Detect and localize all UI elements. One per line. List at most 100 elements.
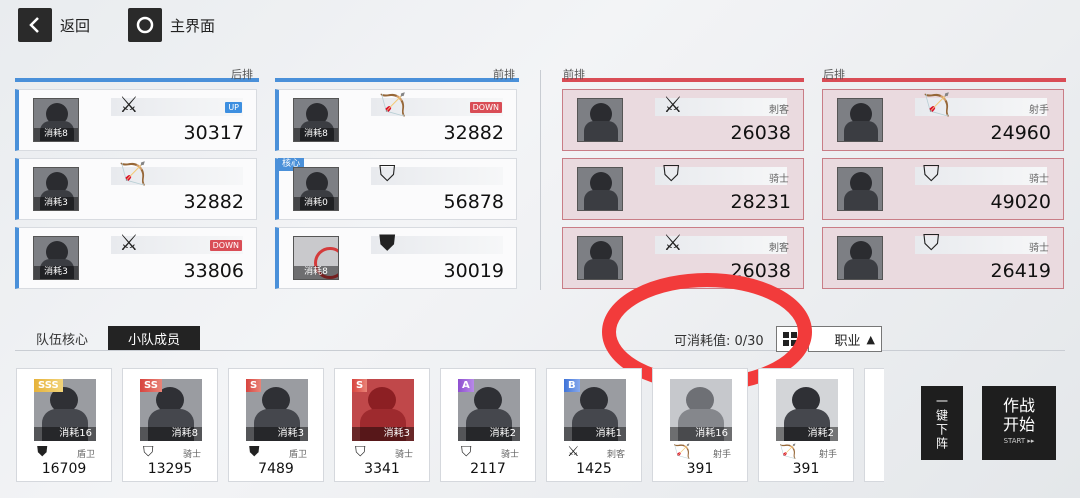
back-label: 返回: [60, 16, 91, 35]
unit-power: 26038: [730, 122, 791, 144]
unit-power: 30317: [183, 122, 244, 144]
tab-team-core[interactable]: 队伍核心: [22, 326, 102, 350]
unit-power: 1425: [576, 461, 612, 477]
shield-slash-icon: ⛉: [355, 444, 366, 460]
bow-icon: 🏹: [379, 93, 407, 118]
unit-portrait: 消耗0: [293, 167, 339, 211]
rank-badge: B: [564, 379, 580, 392]
role-name: 刺客: [769, 105, 789, 116]
bow-icon: 🏹: [923, 93, 951, 118]
rank-badge: SSS: [34, 379, 63, 392]
ally-slot-back-3[interactable]: 消耗3 ⚔ DOWN 33806: [15, 227, 257, 289]
ally-slot-front-1[interactable]: 消耗8 🏹 DOWN 32882: [275, 89, 517, 151]
bow-icon: 🏹: [119, 162, 147, 187]
shield-slash-icon: ⛉: [923, 162, 940, 187]
unit-cost: 消耗2: [776, 427, 838, 441]
unit-card-5[interactable]: A 消耗2 ⛉ 骑士 2117: [440, 368, 536, 482]
home-label: 主界面: [170, 16, 216, 35]
ally-slot-back-1[interactable]: 消耗8 ⚔ UP 30317: [15, 89, 257, 151]
down-badge: DOWN: [469, 102, 502, 113]
unit-power: 26419: [990, 260, 1051, 282]
tab-divider: [15, 350, 1065, 351]
swords-icon: ⚔: [567, 444, 580, 460]
unit-power: 32882: [443, 122, 504, 144]
ally-slot-front-3[interactable]: 消耗8 ⛊ 30019: [275, 227, 517, 289]
unit-power: 3341: [364, 461, 400, 477]
shield-slash-icon: ⛉: [663, 162, 680, 187]
home-circle-icon: [128, 8, 162, 42]
unit-card-1[interactable]: SSS 消耗16 ⛊ 盾卫 16709: [16, 368, 112, 482]
unit-card-3[interactable]: S 消耗3 ⛊ 盾卫 7489: [228, 368, 324, 482]
class-filter-label: 职业: [834, 333, 861, 349]
unit-power: 2117: [470, 461, 506, 477]
unit-card-8[interactable]: 消耗2 🏹 射手 391: [758, 368, 854, 482]
swords-icon: ⚔: [119, 231, 139, 256]
unit-power: 24960: [990, 122, 1051, 144]
unit-power: 33806: [183, 260, 244, 282]
zone-label-right-front: 前排: [563, 68, 585, 81]
zone-label-right-back: 后排: [823, 68, 845, 81]
side-divider: [540, 70, 541, 290]
unit-portrait: [837, 167, 883, 211]
swords-icon: ⚔: [119, 93, 139, 118]
unit-role: 骑士: [182, 450, 201, 460]
enemy-slot-front-2[interactable]: ⛉ 骑士 28231: [562, 158, 804, 220]
unit-power: 16709: [41, 461, 87, 477]
enemy-slot-back-1[interactable]: 🏹 射手 24960: [822, 89, 1064, 151]
rank-badge: S: [352, 379, 368, 392]
enemy-slot-back-2[interactable]: ⛉ 骑士 49020: [822, 158, 1064, 220]
unit-power: 30019: [443, 260, 504, 282]
shield-icon: ⛊: [249, 444, 260, 460]
unit-portrait: 消耗8: [33, 98, 79, 142]
unit-card-2[interactable]: SS 消耗8 ⛉ 骑士 13295: [122, 368, 218, 482]
unit-role: 骑士: [500, 450, 519, 460]
rank-badge: A: [458, 379, 474, 392]
unit-power: 13295: [147, 461, 193, 477]
unit-card-7[interactable]: 消耗16 🏹 射手 391: [652, 368, 748, 482]
zone-bar-right-back: [822, 78, 1066, 82]
role-name: 骑士: [769, 174, 789, 185]
unit-portrait: 消耗3: [33, 236, 79, 280]
swords-icon: ⚔: [663, 93, 683, 118]
unit-portrait: 消耗8: [293, 98, 339, 142]
quick-remove-button[interactable]: 一键下阵: [921, 386, 963, 460]
home-button[interactable]: 主界面: [128, 8, 215, 42]
chevron-left-icon: [18, 8, 52, 42]
up-badge: UP: [225, 102, 242, 113]
start-sub-label: START ▸▸: [1003, 437, 1035, 445]
shield-slash-icon: ⛉: [461, 444, 472, 460]
shield-slash-icon: ⛉: [143, 444, 154, 460]
shield-slash-icon: ⛉: [379, 162, 396, 187]
class-filter-dropdown[interactable]: 职业 ▲: [808, 326, 882, 352]
unit-card-partial[interactable]: [864, 368, 884, 482]
zone-bar-left-front: [275, 78, 519, 82]
unit-portrait: [837, 236, 883, 280]
unit-card-4[interactable]: S 消耗3 ⛉ 骑士 3341: [334, 368, 430, 482]
unit-power: 7489: [258, 461, 294, 477]
ally-slot-front-2[interactable]: 核心 消耗0 ⛉ 56878: [275, 158, 517, 220]
unit-portrait: 消耗3: [33, 167, 79, 211]
unit-power: 28231: [730, 191, 791, 213]
unit-card-6[interactable]: B 消耗1 ⚔ 刺客 1425: [546, 368, 642, 482]
unit-power: 49020: [990, 191, 1051, 213]
rank-badge: SS: [140, 379, 162, 392]
unit-role: 刺客: [606, 450, 625, 460]
enemy-slot-back-3[interactable]: ⛉ 骑士 26419: [822, 227, 1064, 289]
tab-squad-members[interactable]: 小队成员: [108, 326, 200, 350]
rank-badge: S: [246, 379, 262, 392]
unit-cost: 消耗8: [140, 427, 202, 441]
back-button[interactable]: 返回: [18, 8, 90, 42]
unit-power: 56878: [443, 191, 504, 213]
unit-power: 391: [792, 461, 820, 477]
unit-portrait: [577, 98, 623, 142]
start-label-2: 开始: [1002, 415, 1035, 434]
enemy-slot-front-1[interactable]: ⚔ 刺客 26038: [562, 89, 804, 151]
zone-bar-left-back: [15, 78, 259, 82]
start-battle-button[interactable]: 作战 开始 START ▸▸: [982, 386, 1056, 460]
ally-slot-back-2[interactable]: 消耗3 🏹 32882: [15, 158, 257, 220]
unit-cost: 消耗3: [246, 427, 308, 441]
shield-icon: ⛊: [379, 231, 396, 256]
zone-label-left-back: 后排: [231, 68, 253, 81]
unit-role: 骑士: [394, 450, 413, 460]
role-name: 骑士: [1029, 243, 1049, 254]
